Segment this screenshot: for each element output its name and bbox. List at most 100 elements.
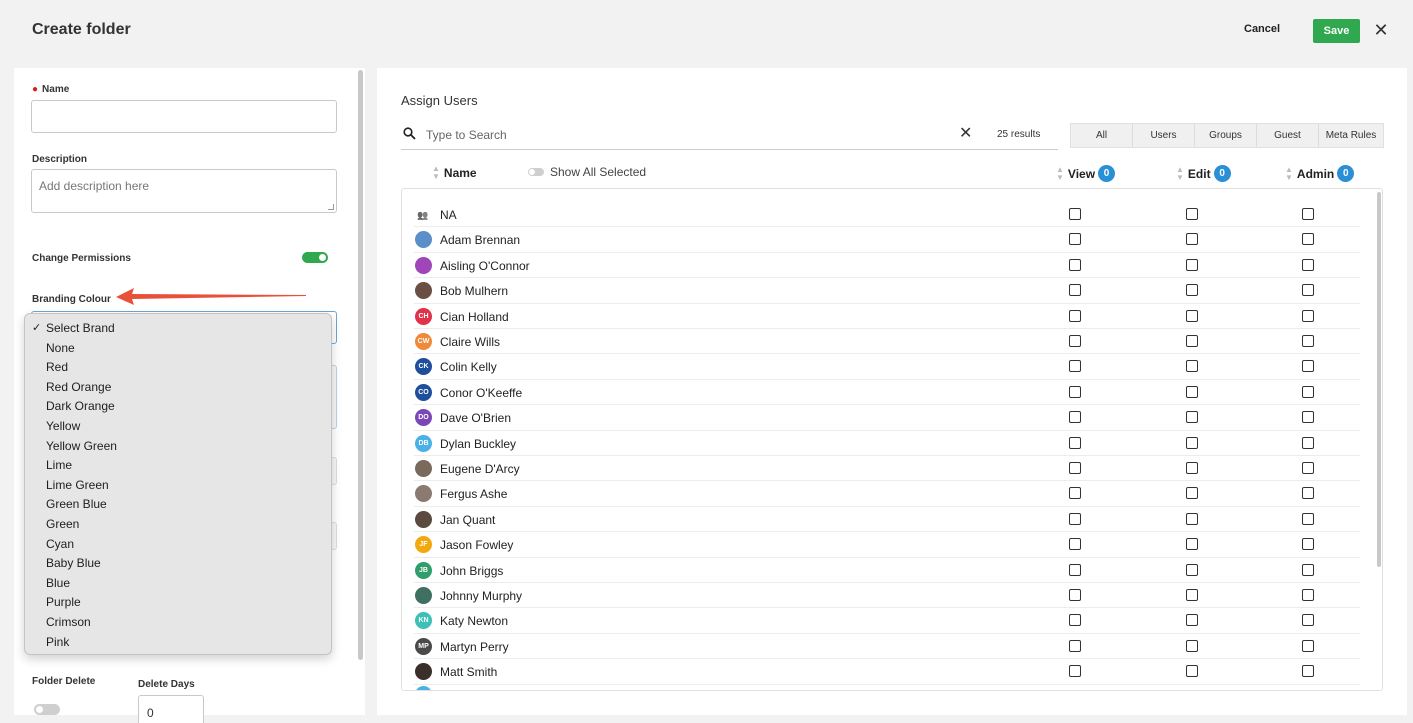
view-checkbox[interactable] (1069, 208, 1081, 220)
description-textarea[interactable]: Add description here (31, 169, 337, 213)
edit-checkbox[interactable] (1186, 385, 1198, 398)
view-checkbox[interactable] (1069, 385, 1081, 398)
delete-days-input[interactable]: 0 (138, 695, 204, 723)
edit-checkbox[interactable] (1186, 436, 1198, 449)
filter-groups[interactable]: Groups (1195, 124, 1257, 147)
edit-column-header[interactable]: ▲ ▼ Edit 0 (1176, 165, 1231, 182)
view-checkbox[interactable] (1069, 614, 1081, 627)
view-checkbox[interactable] (1069, 258, 1081, 271)
admin-checkbox[interactable] (1302, 208, 1314, 220)
admin-checkbox[interactable] (1302, 462, 1314, 474)
name-input[interactable] (31, 100, 337, 133)
edit-checkbox[interactable] (1186, 360, 1198, 373)
view-checkbox[interactable] (1069, 233, 1081, 246)
admin-checkbox[interactable] (1302, 487, 1314, 500)
view-checkbox[interactable] (1069, 487, 1081, 500)
admin-checkbox[interactable] (1302, 512, 1314, 525)
left-panel-scrollbar[interactable] (358, 70, 363, 660)
view-checkbox[interactable] (1069, 639, 1081, 652)
admin-checkbox[interactable] (1302, 385, 1314, 398)
edit-checkbox[interactable] (1186, 614, 1198, 627)
brand-option[interactable]: Red (25, 358, 331, 378)
admin-checkbox[interactable] (1302, 233, 1314, 246)
resize-handle-icon[interactable] (328, 204, 334, 210)
admin-checkbox[interactable] (1302, 335, 1314, 347)
admin-checkbox[interactable] (1302, 258, 1314, 271)
brand-option[interactable]: Yellow Green (25, 437, 331, 457)
view-checkbox[interactable] (1069, 360, 1081, 373)
admin-checkbox[interactable] (1302, 538, 1314, 551)
brand-option[interactable]: Red Orange (25, 378, 331, 398)
cancel-button[interactable]: Cancel (1244, 23, 1280, 35)
edit-checkbox[interactable] (1186, 512, 1198, 525)
admin-checkbox[interactable] (1302, 563, 1314, 576)
brand-option[interactable]: ✓ Select Brand (25, 319, 331, 339)
brand-option[interactable]: Purple (25, 593, 331, 613)
admin-checkbox[interactable] (1302, 360, 1314, 373)
view-checkbox[interactable] (1069, 411, 1081, 424)
edit-checkbox[interactable] (1186, 589, 1198, 601)
view-checkbox[interactable] (1069, 462, 1081, 474)
view-checkbox[interactable] (1069, 335, 1081, 347)
edit-checkbox[interactable] (1186, 335, 1198, 347)
view-checkbox[interactable] (1069, 665, 1081, 678)
view-checkbox[interactable] (1069, 309, 1081, 322)
admin-checkbox[interactable] (1302, 284, 1314, 297)
edit-checkbox[interactable] (1186, 411, 1198, 424)
brand-option[interactable]: None (25, 339, 331, 359)
view-checkbox[interactable] (1069, 538, 1081, 551)
brand-option[interactable]: Yellow (25, 417, 331, 437)
edit-checkbox[interactable] (1186, 309, 1198, 322)
edit-checkbox[interactable] (1186, 462, 1198, 474)
brand-option[interactable]: Cyan (25, 535, 331, 555)
brand-option[interactable]: Blue (25, 574, 331, 594)
edit-checkbox[interactable] (1186, 563, 1198, 576)
edit-checkbox[interactable] (1186, 284, 1198, 297)
filter-all[interactable]: All (1071, 124, 1133, 147)
show-all-selected-toggle[interactable]: Show All Selected (528, 165, 646, 179)
edit-checkbox[interactable] (1186, 208, 1198, 220)
admin-checkbox[interactable] (1302, 436, 1314, 449)
save-button[interactable]: Save (1313, 19, 1360, 43)
admin-checkbox[interactable] (1302, 309, 1314, 322)
brand-option[interactable]: Crimson (25, 613, 331, 633)
admin-checkbox[interactable] (1302, 589, 1314, 601)
table-scrollbar[interactable] (1377, 192, 1381, 567)
view-checkbox[interactable] (1069, 284, 1081, 297)
filter-meta-rules[interactable]: Meta Rules (1319, 124, 1383, 147)
admin-checkbox[interactable] (1302, 665, 1314, 678)
brand-option[interactable]: Baby Blue (25, 554, 331, 574)
branding-colour-dropdown[interactable]: ✓ Select Brand None Red Red Orange Dark O… (24, 313, 332, 655)
user-name: John Briggs (440, 563, 504, 578)
close-icon[interactable]: ✕ (1372, 20, 1390, 40)
admin-checkbox[interactable] (1302, 639, 1314, 652)
view-column-header[interactable]: ▲ ▼ View 0 (1056, 165, 1116, 182)
search-input[interactable] (426, 128, 946, 142)
edit-checkbox[interactable] (1186, 258, 1198, 271)
folder-delete-label: Folder Delete (32, 676, 96, 687)
brand-option[interactable]: Dark Orange (25, 397, 331, 417)
change-permissions-toggle[interactable] (302, 252, 328, 263)
folder-delete-toggle[interactable] (34, 704, 60, 715)
admin-checkbox[interactable] (1302, 411, 1314, 424)
view-checkbox[interactable] (1069, 589, 1081, 601)
admin-checkbox[interactable] (1302, 614, 1314, 627)
view-checkbox[interactable] (1069, 512, 1081, 525)
brand-option[interactable]: Green Blue (25, 495, 331, 515)
view-checkbox[interactable] (1069, 436, 1081, 449)
brand-option[interactable]: Lime (25, 456, 331, 476)
view-checkbox[interactable] (1069, 563, 1081, 576)
edit-checkbox[interactable] (1186, 487, 1198, 500)
brand-option[interactable]: Pink (25, 633, 331, 653)
edit-checkbox[interactable] (1186, 639, 1198, 652)
name-column-header[interactable]: ▲ ▼ Name (432, 165, 477, 181)
edit-checkbox[interactable] (1186, 233, 1198, 246)
edit-checkbox[interactable] (1186, 538, 1198, 551)
edit-checkbox[interactable] (1186, 665, 1198, 678)
clear-search-icon[interactable]: ✕ (959, 125, 972, 143)
brand-option[interactable]: Lime Green (25, 476, 331, 496)
brand-option[interactable]: Green (25, 515, 331, 535)
filter-guest[interactable]: Guest (1257, 124, 1319, 147)
filter-users[interactable]: Users (1133, 124, 1195, 147)
admin-column-header[interactable]: ▲ ▼ Admin 0 (1285, 165, 1355, 182)
